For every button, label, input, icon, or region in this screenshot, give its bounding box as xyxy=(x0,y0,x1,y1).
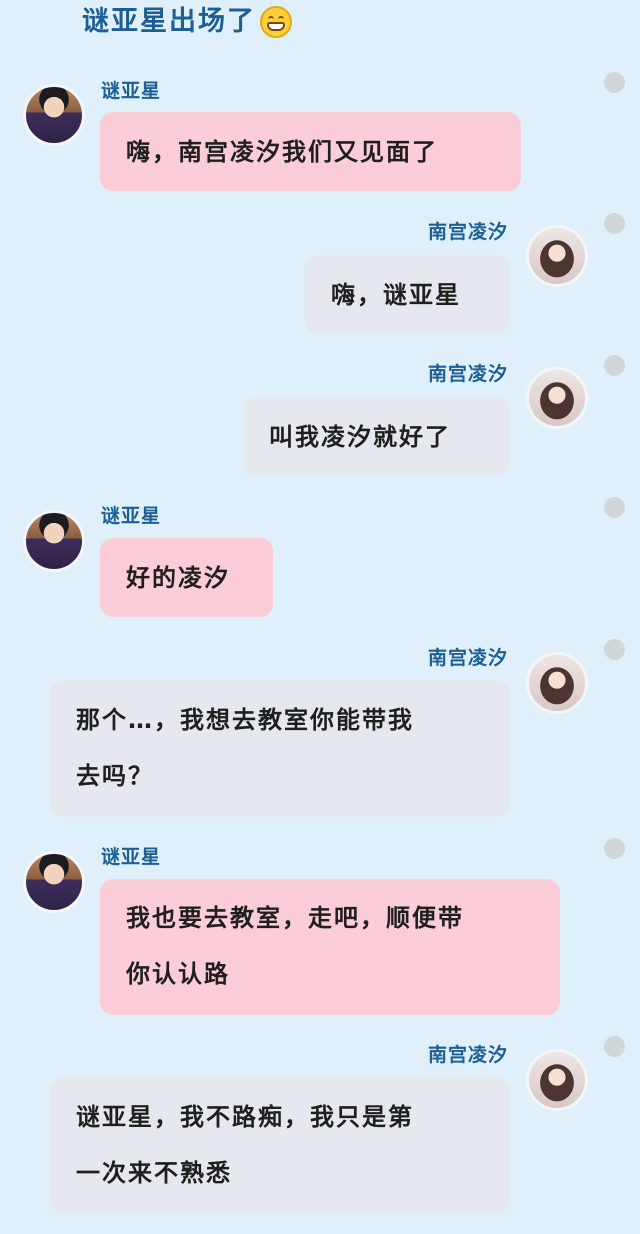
message-bubble[interactable]: 嗨，谜亚星 xyxy=(305,255,510,334)
message-text-line: 你认认路 xyxy=(126,960,230,988)
message-text: 好的凌汐 xyxy=(126,563,230,592)
avatar-miyaxing[interactable] xyxy=(23,510,85,572)
chat-title-text: 谜亚星出场了 xyxy=(82,6,256,37)
message-bubble[interactable]: 那个…，我想去教室你能带我 去吗？ xyxy=(50,681,510,817)
message-bubble[interactable]: 好的凌汐 xyxy=(100,538,273,617)
sender-name: 谜亚星 xyxy=(101,80,162,102)
avatar-nangong-lingxi[interactable] xyxy=(526,652,588,714)
grinning-face-icon xyxy=(260,6,292,38)
avatar-nangong-lingxi[interactable] xyxy=(526,367,588,429)
sender-name: 谜亚星 xyxy=(101,505,162,527)
message-status-dot[interactable] xyxy=(604,497,625,518)
message-text-line: 那个…，我想去教室你能带我 xyxy=(76,706,414,734)
message-bubble[interactable]: 谜亚星，我不路痴，我只是第 一次来不熟悉 xyxy=(50,1078,510,1214)
message-bubble[interactable]: 叫我凌汐就好了 xyxy=(243,397,510,476)
sender-name: 南宫凌汐 xyxy=(427,647,508,669)
message-status-dot[interactable] xyxy=(604,213,625,234)
message-text-line: 一次来不熟悉 xyxy=(76,1159,232,1187)
sender-name: 谜亚星 xyxy=(101,846,162,868)
message-status-dot[interactable] xyxy=(604,838,625,859)
message-status-dot[interactable] xyxy=(604,355,625,376)
sender-name: 南宫凌汐 xyxy=(427,221,508,243)
message-text: 嗨，南宫凌汐我们又见面了 xyxy=(126,137,438,166)
message-status-dot[interactable] xyxy=(604,639,625,660)
sender-name: 南宫凌汐 xyxy=(427,363,508,385)
message-text: 叫我凌汐就好了 xyxy=(269,422,451,451)
chat-title: 谜亚星出场了 xyxy=(82,2,292,42)
message-text-line: 去吗？ xyxy=(76,762,154,790)
avatar-nangong-lingxi[interactable] xyxy=(526,225,588,287)
message-status-dot[interactable] xyxy=(604,72,625,93)
message-text-line: 谜亚星，我不路痴，我只是第 xyxy=(76,1103,414,1131)
avatar-nangong-lingxi[interactable] xyxy=(526,1049,588,1111)
message-bubble[interactable]: 我也要去教室，走吧，顺便带 你认认路 xyxy=(100,879,560,1015)
sender-name: 南宫凌汐 xyxy=(427,1044,508,1066)
avatar-miyaxing[interactable] xyxy=(23,851,85,913)
message-text: 嗨，谜亚星 xyxy=(331,280,461,309)
message-text-line: 我也要去教室，走吧，顺便带 xyxy=(126,904,464,932)
avatar-miyaxing[interactable] xyxy=(23,84,85,146)
message-bubble[interactable]: 嗨，南宫凌汐我们又见面了 xyxy=(100,112,521,191)
message-status-dot[interactable] xyxy=(604,1036,625,1057)
